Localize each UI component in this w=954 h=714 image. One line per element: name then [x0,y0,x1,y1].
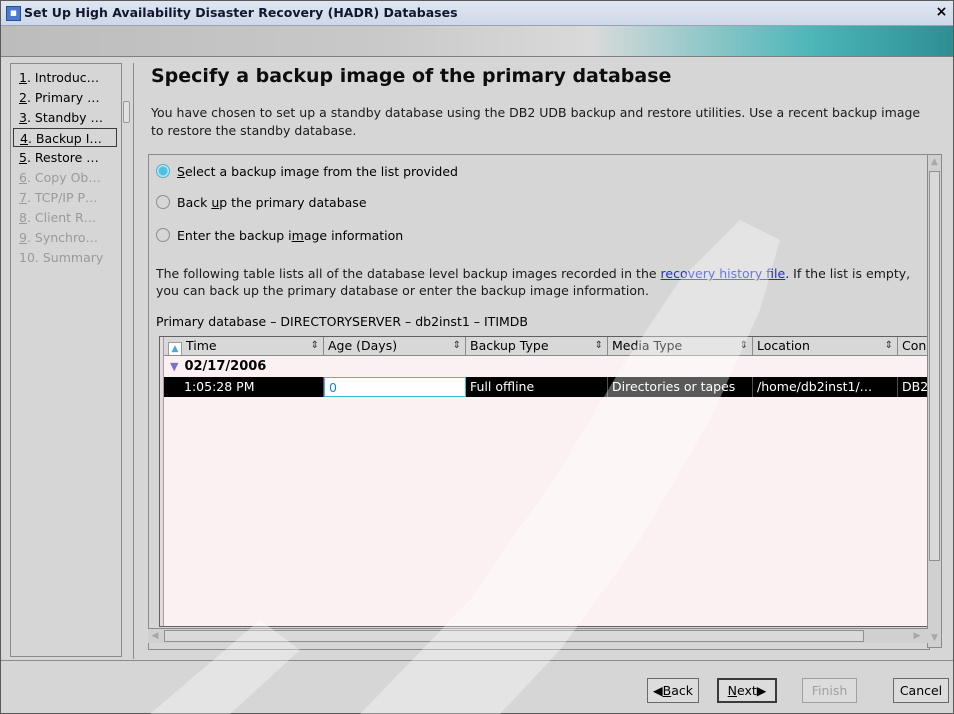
cell-time[interactable]: 1:05:28 PM [180,377,324,397]
radio-select-from-list[interactable]: Select a backup image from the list prov… [156,163,458,181]
column-header-media-type[interactable]: Media Type ⇕ [608,337,753,355]
title-bar: ▪ Set Up High Availability Disaster Reco… [1,1,953,26]
sort-icon: ⇕ [594,340,603,351]
finish-button: Finish [802,678,857,703]
sidebar-item-introduction[interactable]: 1. Introduc… [13,68,117,87]
primary-database-label: Primary database – DIRECTORYSERVER – db2… [156,314,528,329]
cancel-button[interactable]: Cancel [893,678,949,703]
recovery-history-link[interactable]: recovery history file [661,266,786,281]
radio-indicator[interactable] [156,228,170,242]
column-header-con[interactable]: Con [898,337,929,355]
sidebar-item-tcpip: 7. TCP/IP P… [19,190,98,205]
horizontal-scrollbar[interactable]: ◀ ▶ [148,628,928,643]
scroll-right-icon[interactable]: ▶ [910,629,924,643]
cell-age[interactable]: 0 [324,377,466,397]
vertical-scroll-thumb[interactable] [929,171,940,561]
scroll-up-icon[interactable]: ▲ [929,155,940,169]
table-header: ▲ Time ⇕ Age (Days) ⇕ Backup Type ⇕ Media Ty… [164,337,929,356]
app-icon: ▪ [6,6,21,21]
radio-enter-backup-info[interactable]: Enter the backup image information [156,227,403,245]
dialog-window: ▪ Set Up High Availability Disaster Reco… [0,0,954,714]
sort-icon: ⇕ [310,340,319,351]
back-button[interactable]: ◀Back [647,678,699,703]
scroll-left-icon[interactable]: ◀ [148,629,162,643]
next-button[interactable]: Next▶ [717,678,777,703]
sidebar-item-backup-image[interactable]: 4. Backup I… [13,128,117,147]
column-header-location[interactable]: Location ⇕ [753,337,898,355]
pane-divider [133,63,134,659]
radio-indicator[interactable] [156,195,170,209]
column-header-backup-type[interactable]: Backup Type ⇕ [466,337,608,355]
sort-icon: ⇕ [884,340,893,351]
sidebar-item-restore[interactable]: 5. Restore … [13,148,117,167]
sort-icon: ⇕ [452,340,461,351]
column-header-time[interactable]: ▲ Time ⇕ [164,337,324,355]
next-arrow-icon: ▶ [756,683,767,698]
sidebar-item-primary[interactable]: 2. Primary … [13,88,117,107]
cell-backup-type[interactable]: Full offline [466,377,608,397]
table-row[interactable]: 1:05:28 PM 0 Full offline Directories or… [164,377,929,397]
header-banner [1,26,953,57]
sidebar-item-copy-objects: 6. Copy Ob… [19,170,101,185]
page-description: You have chosen to set up a standby data… [151,105,921,138]
footer-separator [1,660,953,661]
wizard-steps-sidebar: 1. Introduc… 2. Primary … 3. Standby … 4… [10,63,122,657]
sidebar-item-synchronization: 9. Synchro… [19,230,98,245]
cell-location[interactable]: /home/db2inst1/… [753,377,898,397]
page-title: Specify a backup image of the primary da… [151,65,672,87]
window-title: Set Up High Availability Disaster Recove… [24,5,458,20]
sort-ascending-icon[interactable]: ▲ [168,342,182,355]
sidebar-splitter-handle[interactable] [123,101,130,123]
horizontal-scroll-thumb[interactable] [164,630,864,642]
date-group-header[interactable]: ▼ 02/17/2006 [170,357,266,377]
close-icon[interactable]: × [934,5,949,20]
cell-media-type[interactable]: Directories or tapes [608,377,753,397]
sort-icon: ⇕ [739,340,748,351]
content-panel: Select a backup image from the list prov… [148,154,930,650]
radio-backup-primary[interactable]: Back up the primary database [156,194,367,212]
scroll-down-icon[interactable]: ▼ [929,631,940,645]
expand-triangle-icon[interactable]: ▼ [170,360,178,373]
sidebar-item-standby[interactable]: 3. Standby … [13,108,117,127]
history-info-text: The following table lists all of the dat… [156,266,911,298]
radio-selected-indicator[interactable] [156,164,170,178]
sidebar-item-client-reroute: 8. Client R… [19,210,97,225]
cell-con[interactable]: DB2 [898,377,929,397]
column-header-age[interactable]: Age (Days) ⇕ [324,337,466,355]
vertical-scrollbar[interactable]: ▲ ▼ [927,154,942,648]
sidebar-item-summary: 10. Summary [19,250,104,265]
back-arrow-icon: ◀ [653,683,663,698]
backup-images-table: ▲ Time ⇕ Age (Days) ⇕ Backup Type ⇕ Media Ty… [159,336,929,627]
